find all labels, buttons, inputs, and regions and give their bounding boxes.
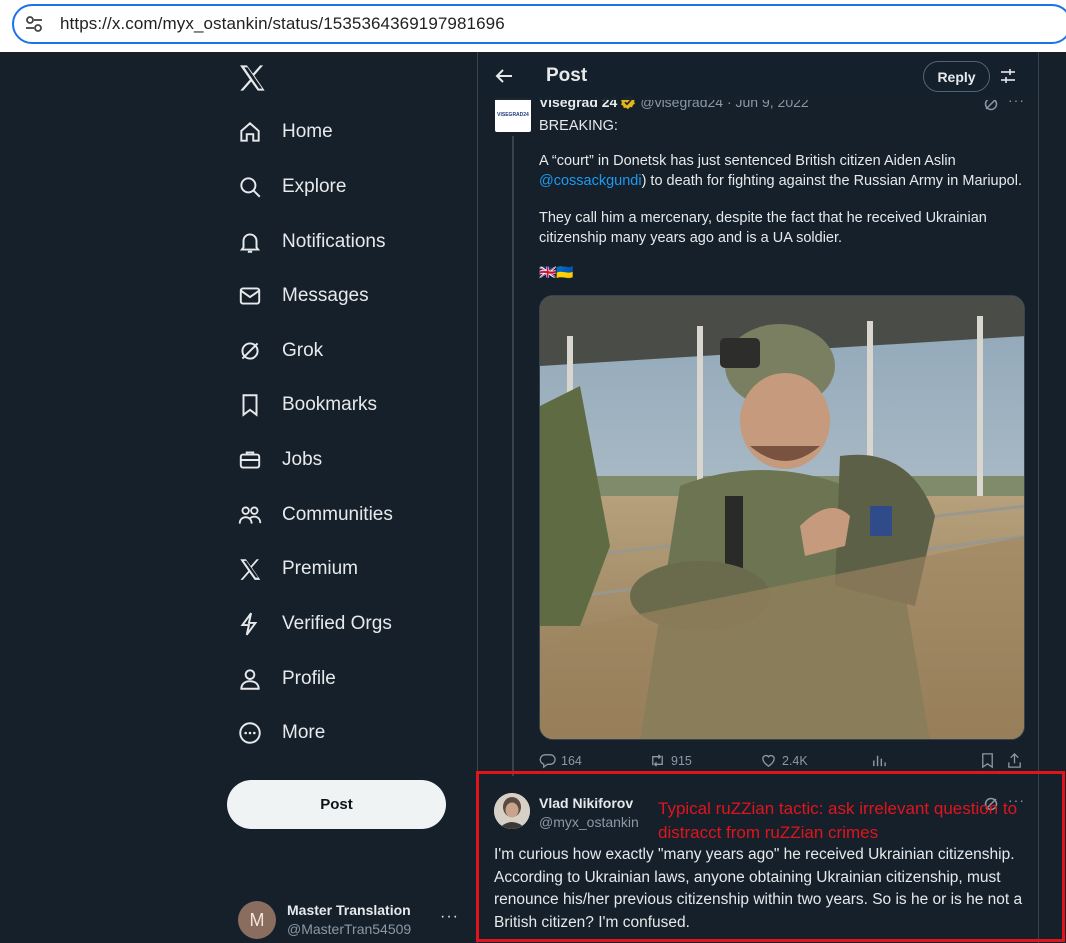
x-logo-icon[interactable] — [236, 62, 268, 94]
nav-item-profile[interactable]: Profile — [236, 659, 336, 699]
lightning-icon — [236, 610, 264, 638]
nav-item-label: Explore — [282, 176, 347, 197]
share-action[interactable] — [1006, 752, 1028, 769]
nav-item-communities[interactable]: Communities — [236, 495, 393, 535]
mention-link[interactable]: @cossackgundi — [539, 173, 642, 189]
views-action[interactable] — [870, 752, 892, 769]
url-text[interactable]: https://x.com/myx_ostankin/status/153536… — [60, 14, 505, 34]
reply-button[interactable]: Reply — [923, 61, 990, 92]
like-action[interactable]: 2.4K — [760, 752, 808, 769]
nav-item-label: Verified Orgs — [282, 613, 392, 634]
home-icon — [236, 118, 264, 146]
nav-item-label: Messages — [282, 285, 369, 306]
nav-item-premium[interactable]: Premium — [236, 549, 358, 589]
site-settings-icon[interactable] — [24, 14, 44, 34]
post-text-paragraph: A “court” in Donetsk has just sentenced … — [539, 153, 1022, 189]
avatar-logo-text: VISEGRAD24 — [497, 112, 529, 118]
nav-item-home[interactable]: Home — [236, 112, 333, 152]
post-button[interactable]: Post — [227, 780, 446, 829]
post-text-heading: BREAKING: — [539, 118, 618, 134]
account-name: Master Translation — [287, 902, 411, 918]
nav-item-label: Jobs — [282, 449, 323, 470]
reply-action[interactable]: 164 — [539, 752, 582, 769]
post-action-bar: 164 915 2.4K — [539, 752, 1025, 774]
briefcase-icon — [236, 446, 264, 474]
back-arrow-icon[interactable] — [494, 66, 514, 86]
bookmark-icon — [982, 753, 993, 769]
nav-item-messages[interactable]: Messages — [236, 276, 369, 316]
nav-item-verified-orgs[interactable]: Verified Orgs — [236, 604, 392, 644]
repost-icon — [652, 754, 663, 767]
nav-item-jobs[interactable]: Jobs — [236, 440, 322, 480]
search-icon — [236, 173, 264, 201]
post-photo[interactable] — [539, 295, 1025, 740]
reply-author-name[interactable]: Vlad Nikiforov — [539, 795, 633, 811]
nav-item-label: Profile — [282, 668, 336, 689]
nav-item-label: Notifications — [282, 231, 386, 252]
nav-item-label: Premium — [282, 558, 359, 579]
nav-item-label: Home — [282, 121, 333, 142]
more-dots-icon[interactable]: ··· — [440, 908, 459, 926]
avatar[interactable]: VISEGRAD24 — [495, 98, 531, 132]
address-bar[interactable]: https://x.com/myx_ostankin/status/153536… — [12, 4, 1066, 44]
reply-text: I'm curious how exactly "many years ago"… — [494, 846, 1023, 931]
nav-item-explore[interactable]: Explore — [236, 167, 346, 207]
bookmark-action[interactable] — [979, 752, 1001, 769]
annotation-text: Typical ruZZian tactic: ask irrelevant q… — [658, 799, 1018, 842]
mail-icon — [236, 282, 264, 310]
avatar-photo — [494, 793, 530, 829]
more-circle-icon — [236, 719, 264, 747]
avatar: M — [238, 901, 276, 939]
nav-item-label: Communities — [282, 504, 393, 525]
nav-item-grok[interactable]: Grok — [236, 331, 323, 371]
bell-icon — [236, 228, 264, 256]
nav-item-label: More — [282, 722, 326, 743]
post-text-paragraph: They call him a mercenary, despite the f… — [539, 210, 987, 246]
sliders-icon[interactable] — [998, 66, 1018, 86]
page-header: Post Reply — [478, 52, 1038, 100]
reply-icon — [539, 754, 556, 769]
avatar[interactable] — [494, 793, 530, 829]
bookmark-icon — [236, 391, 264, 419]
flag-emojis: 🇬🇧🇺🇦 — [539, 264, 574, 280]
nav-item-bookmarks[interactable]: Bookmarks — [236, 385, 377, 425]
account-switcher[interactable]: M Master Translation @MasterTran54509 ··… — [238, 898, 468, 942]
analytics-icon — [873, 755, 886, 767]
nav-item-more[interactable]: More — [236, 713, 325, 753]
thread-connector — [512, 136, 514, 776]
browser-toolbar: https://x.com/myx_ostankin/status/153536… — [0, 0, 1066, 52]
share-icon — [1008, 752, 1021, 768]
soldier-photo-image — [540, 296, 1024, 739]
grok-icon — [236, 337, 264, 365]
nav-item-label: Grok — [282, 340, 324, 361]
heart-icon — [762, 754, 775, 767]
x-logo-icon — [236, 555, 264, 583]
nav-item-notifications[interactable]: Notifications — [236, 222, 386, 262]
nav-item-label: Bookmarks — [282, 394, 378, 415]
people-icon — [236, 501, 264, 529]
repost-action[interactable]: 915 — [649, 752, 692, 769]
page-title: Post — [546, 65, 588, 86]
account-handle: @MasterTran54509 — [287, 921, 412, 937]
person-icon — [236, 665, 264, 693]
reply-author-handle[interactable]: @myx_ostankin — [539, 814, 639, 830]
